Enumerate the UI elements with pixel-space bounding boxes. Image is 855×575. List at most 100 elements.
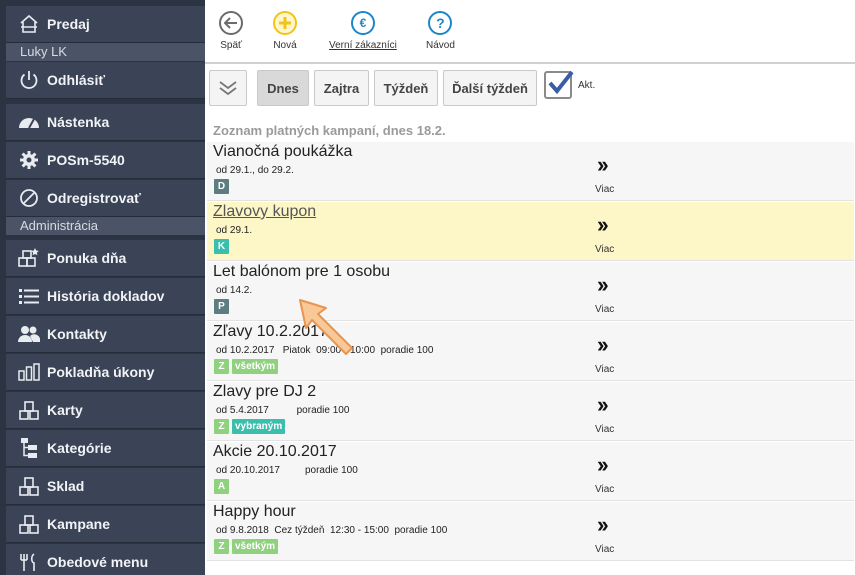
chevron-right-icon[interactable]: ›› <box>597 392 609 418</box>
chevron-right-icon[interactable]: ›› <box>597 212 609 238</box>
sidebar-item-label: História dokladov <box>47 288 165 304</box>
ban-icon <box>18 187 40 209</box>
sidebar-item-historia[interactable]: História dokladov <box>6 278 205 315</box>
campaign-badge: všetkým <box>232 539 279 554</box>
gear-icon <box>18 149 40 171</box>
sidebar-item-label: POSm-5540 <box>47 152 125 168</box>
campaign-badges: Zvšetkým <box>214 359 279 374</box>
campaign-badges: D <box>214 179 229 194</box>
campaign-row[interactable]: Vianočná poukážka od 29.1., do 29.2. D ›› Vi… <box>207 142 854 201</box>
sidebar-item-label: Nástenka <box>47 114 110 130</box>
more-link[interactable]: Viac <box>595 304 614 315</box>
euro-cycle-icon: € <box>350 11 375 35</box>
chevron-right-icon[interactable]: ›› <box>597 452 609 478</box>
new-button[interactable]: Nová <box>273 11 297 51</box>
campaign-details: od 14.2. <box>216 285 253 296</box>
campaign-badge: K <box>214 239 229 254</box>
filter-tomorrow[interactable]: Zajtra <box>314 70 369 106</box>
campaign-badge: všetkým <box>232 359 279 374</box>
users-icon <box>18 323 40 345</box>
more-link[interactable]: Viac <box>595 364 614 375</box>
more-link[interactable]: Viac <box>595 244 614 255</box>
annotation-arrow-icon <box>299 299 353 355</box>
active-checkbox-label: Akt. <box>578 80 596 91</box>
campaign-badges: K <box>214 239 229 254</box>
chevron-right-icon[interactable]: ›› <box>597 332 609 358</box>
sidebar-item-label: Obedové menu <box>47 554 149 570</box>
back-arrow-icon <box>219 11 243 35</box>
sidebar-item-posm[interactable]: POSm-5540 <box>6 142 205 179</box>
campaign-badge: Z <box>214 419 229 434</box>
sidebar-item-predaj[interactable]: Predaj <box>6 6 205 43</box>
campaign-details: od 29.1. <box>216 225 253 236</box>
more-link[interactable]: Viac <box>595 544 614 555</box>
power-icon <box>18 69 40 91</box>
sidebar-item-label: Odhlásiť <box>47 72 106 88</box>
sidebar-item-label: Kampane <box>47 516 111 532</box>
chevron-right-icon[interactable]: ›› <box>597 512 609 538</box>
campaign-details: od 20.10.2017 poradie 100 <box>216 465 358 476</box>
back-label: Späť <box>220 40 242 51</box>
section-admin: Administrácia <box>6 217 205 235</box>
boxes-icon <box>18 399 40 421</box>
sidebar-item-pokladna[interactable]: Pokladňa úkony <box>6 354 205 391</box>
chevron-right-icon[interactable]: ›› <box>597 272 609 298</box>
campaign-badge: P <box>214 299 229 314</box>
chevron-right-icon[interactable]: ›› <box>597 152 609 178</box>
campaign-badges: Zvšetkým <box>214 539 279 554</box>
bars-icon <box>18 361 40 383</box>
campaign-row[interactable]: Happy hour od 9.8.2018 Cez týždeň 12:30 -… <box>207 502 854 561</box>
campaign-badge: Z <box>214 359 229 374</box>
campaign-badges: Zvybraným <box>214 419 286 434</box>
sidebar-item-label: Ponuka dňa <box>47 250 127 266</box>
sidebar-item-nastenka[interactable]: Nástenka <box>6 104 205 141</box>
tree-icon <box>18 437 40 459</box>
help-label: Návod <box>426 40 455 51</box>
double-chevron-down-icon <box>219 81 237 96</box>
campaign-name: Zlavy pre DJ 2 <box>213 383 317 400</box>
campaign-name: Akcie 20.10.2017 <box>213 443 337 460</box>
campaign-badges: A <box>214 479 229 494</box>
sidebar-item-kampane[interactable]: Kampane <box>6 506 205 543</box>
campaign-row[interactable]: Zlavovy kupon od 29.1. K ›› Viac <box>207 202 854 261</box>
dashboard-icon <box>18 111 40 133</box>
sidebar-item-kategorie[interactable]: Kategórie <box>6 430 205 467</box>
sidebar-item-kontakty[interactable]: Kontakty <box>6 316 205 353</box>
collapse-button[interactable] <box>209 70 247 106</box>
loyal-customers-button[interactable]: € Verní zákazníci <box>329 11 397 51</box>
campaign-row[interactable]: Zlavy pre DJ 2 od 5.4.2017 poradie 100 Zvy… <box>207 382 854 441</box>
campaign-name[interactable]: Zlavovy kupon <box>213 203 316 221</box>
sidebar-item-unregister[interactable]: Odregistrovať <box>6 180 205 217</box>
campaign-row[interactable]: Akcie 20.10.2017 od 20.10.2017 poradie 10… <box>207 442 854 501</box>
user-name: Luky LK <box>6 43 205 61</box>
campaign-details: od 5.4.2017 poradie 100 <box>216 405 350 416</box>
campaign-badge: Z <box>214 539 229 554</box>
sidebar-item-label: Karty <box>47 402 83 418</box>
campaign-details: od 29.1., do 29.2. <box>216 165 294 176</box>
campaign-badges: P <box>214 299 229 314</box>
plus-icon <box>273 11 297 35</box>
cutlery-icon <box>18 551 40 573</box>
sidebar-item-logout[interactable]: Odhlásiť <box>6 62 205 99</box>
sidebar-item-label: Pokladňa úkony <box>47 364 155 380</box>
sidebar-item-ponuka[interactable]: Ponuka dňa <box>6 240 205 277</box>
sidebar-item-sklad[interactable]: Sklad <box>6 468 205 505</box>
campaign-details: od 9.8.2018 Cez týždeň 12:30 - 15:00 por… <box>216 525 448 536</box>
more-link[interactable]: Viac <box>595 424 614 435</box>
filter-today[interactable]: Dnes <box>257 70 309 106</box>
checkmark-icon <box>548 70 574 95</box>
campaign-badge: A <box>214 479 229 494</box>
help-button[interactable]: ? Návod <box>426 11 455 51</box>
loyal-customers-label: Verní zákazníci <box>329 40 397 51</box>
active-checkbox[interactable] <box>544 70 574 99</box>
filter-week[interactable]: Týždeň <box>374 70 438 106</box>
more-link[interactable]: Viac <box>595 484 614 495</box>
filter-next-week[interactable]: Ďalší týždeň <box>443 70 537 106</box>
sidebar-item-karty[interactable]: Karty <box>6 392 205 429</box>
sidebar-item-label: Sklad <box>47 478 85 494</box>
more-link[interactable]: Viac <box>595 184 614 195</box>
sidebar-item-label: Kategórie <box>47 440 112 456</box>
back-button[interactable]: Späť <box>219 11 243 51</box>
campaign-name: Let balónom pre 1 osobu <box>213 263 391 280</box>
sidebar-item-obedove-menu[interactable]: Obedové menu <box>6 544 205 575</box>
